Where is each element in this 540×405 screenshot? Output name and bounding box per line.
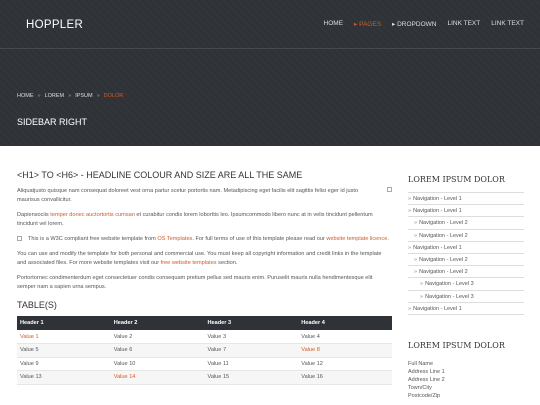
header-divider	[0, 48, 540, 49]
breadcrumb-current: DOLOR	[103, 93, 124, 99]
nav-item-link-text-2[interactable]: LINK TEXT	[491, 20, 524, 28]
table-cell: Value 4	[298, 330, 392, 344]
licence-link[interactable]: website template licence	[326, 236, 387, 242]
sidebar-nav-item-level-1[interactable]: » Navigation - Level 1	[408, 303, 524, 315]
headline: <H1> TO <H6> - HEADLINE COLOUR AND SIZE …	[17, 170, 303, 180]
inline-link[interactable]: temper donec auctortortis cumsan	[50, 212, 135, 218]
chevron-right-icon: »	[420, 281, 424, 288]
chevron-right-icon: »	[408, 244, 412, 251]
address-full-name: Full Name	[408, 360, 434, 367]
chevron-right-icon: »	[408, 305, 412, 312]
data-table: Header 1 Header 2 Header 3 Header 4 Valu…	[17, 316, 392, 385]
chevron-right-icon: »	[414, 269, 418, 276]
address-line-1: Address Line 1	[408, 368, 445, 375]
table-cell: Value 12	[298, 357, 392, 371]
paragraph-3: This is a W3C compliant free website tem…	[17, 235, 392, 244]
sidebar-heading-address: LOREM IPSUM DOLOR	[408, 340, 505, 350]
table-row: Value 9 Value 10 Value 11 Value 12	[17, 357, 392, 371]
main-content: <H1> TO <H6> - HEADLINE COLOUR AND SIZE …	[17, 170, 392, 385]
sidebar-nav-item-level-3[interactable]: » Navigation - Level 3	[408, 278, 524, 291]
table-cell: Value 5	[17, 343, 111, 358]
chevron-right-icon: »	[414, 256, 418, 263]
chevron-right-icon: »	[408, 196, 412, 202]
chevron-right-icon: »	[408, 208, 412, 215]
breadcrumb-separator: »	[37, 93, 41, 99]
table-row: Value 1 Value 2 Value 3 Value 4	[17, 330, 392, 344]
sidebar-nav-item-level-2[interactable]: » Navigation - Level 2	[408, 254, 524, 267]
breadcrumb-lorem[interactable]: LOREM	[45, 93, 65, 99]
table-header: Header 4	[298, 316, 392, 330]
chevron-right-icon: »	[414, 232, 418, 239]
table-cell: Value 6	[110, 343, 205, 358]
site-logo[interactable]: HOPPLER	[26, 19, 83, 31]
sidebar-heading: LOREM IPSUM DOLOR	[408, 175, 505, 184]
paragraph-1: Aliquatjusto quisque nam consequat dolor…	[17, 187, 392, 205]
sidebar: LOREM IPSUM DOLOR » Navigation - Level 1 …	[408, 175, 524, 400]
paragraph-2: Dapiensociis temper donec auctortortis c…	[17, 212, 373, 227]
tables-heading: TABLE(S)	[17, 300, 57, 310]
breadcrumb: HOME » LOREM » IPSUM » DOLOR	[17, 93, 123, 99]
table-row: Value 13 Value 14 Value 15 Value 16	[17, 370, 392, 385]
page-title: SIDEBAR RIGHT	[17, 117, 88, 127]
sidebar-nav-item-level-2[interactable]: » Navigation - Level 2	[408, 217, 524, 230]
table-cell: Value 13	[17, 370, 111, 385]
table-cell-link[interactable]: Value 1	[17, 330, 111, 344]
sidebar-nav-item-level-1[interactable]: » Navigation - Level 1	[408, 193, 524, 206]
table-cell: Value 2	[110, 330, 205, 344]
paragraph-4: You can use and modify the template for …	[17, 251, 382, 266]
paragraph-5: Portortornec condimenterdum eget consect…	[17, 275, 373, 290]
breadcrumb-separator: »	[68, 93, 72, 99]
table-cell-link[interactable]: Value 14	[110, 370, 205, 385]
sidebar-nav-item-level-1[interactable]: » Navigation - Level 1	[408, 205, 524, 218]
table-row: Value 5 Value 6 Value 7 Value 8	[17, 343, 392, 358]
table-cell: Value 9	[17, 357, 111, 371]
breadcrumb-home[interactable]: HOME	[17, 93, 34, 99]
table-cell: Value 16	[298, 370, 392, 385]
nav-item-dropdown[interactable]: ▸ DROPDOWN	[392, 20, 436, 28]
nav-item-pages[interactable]: ▸ PAGES	[354, 20, 381, 28]
checkbox-image-placeholder	[387, 187, 392, 192]
checkbox-image-placeholder	[17, 236, 22, 242]
table-header-row: Header 1 Header 2 Header 3 Header 4	[17, 316, 392, 330]
nav-item-link-text-1[interactable]: LINK TEXT	[447, 20, 480, 28]
table-cell-link[interactable]: Value 8	[298, 343, 392, 358]
sidebar-nav-item-level-1[interactable]: » Navigation - Level 1	[408, 242, 524, 254]
address-block: Full Name Address Line 1 Address Line 2 …	[408, 360, 524, 400]
os-templates-link[interactable]: OS Templates	[157, 236, 192, 242]
address-line-2: Address Line 2	[408, 376, 445, 383]
table-cell: Value 3	[204, 330, 299, 344]
table-header: Header 1	[17, 316, 111, 330]
table-cell: Value 10	[110, 357, 205, 371]
table-cell: Value 11	[204, 357, 299, 371]
table-cell: Value 7	[204, 343, 299, 358]
sidebar-nav-item-level-2[interactable]: » Navigation - Level 2	[408, 266, 524, 279]
chevron-right-icon: »	[420, 293, 424, 300]
address-postcode: Postcode/Zip	[408, 392, 441, 399]
nav-item-home[interactable]: HOME	[324, 20, 344, 28]
breadcrumb-ipsum[interactable]: IPSUM	[75, 93, 92, 99]
header-band: HOPPLER HOME ▸ PAGES ▸ DROPDOWN LINK TEX…	[0, 0, 540, 146]
chevron-right-icon: »	[414, 220, 418, 227]
sidebar-nav: » Navigation - Level 1 » Navigation - Leve…	[408, 192, 524, 315]
free-templates-link[interactable]: free website templates	[161, 260, 217, 266]
breadcrumb-separator: »	[96, 93, 100, 99]
table-header: Header 3	[204, 316, 299, 330]
address-town: Town/City	[408, 384, 432, 391]
table-header: Header 2	[110, 316, 205, 330]
sidebar-nav-item-level-3[interactable]: » Navigation - Level 3	[408, 291, 524, 303]
table-cell: Value 15	[204, 370, 299, 385]
sidebar-nav-item-level-2[interactable]: » Navigation - Level 2	[408, 230, 524, 242]
main-nav: HOME ▸ PAGES ▸ DROPDOWN LINK TEXT LINK T…	[324, 20, 524, 28]
